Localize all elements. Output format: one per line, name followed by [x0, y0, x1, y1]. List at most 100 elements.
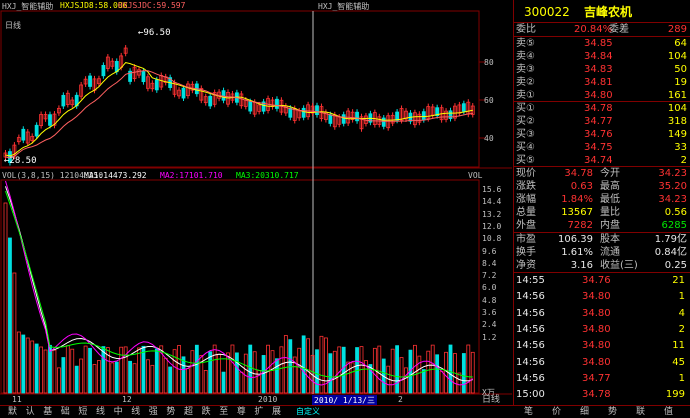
tick-volume: 1 — [678, 372, 685, 384]
bid-volume: 104 — [667, 103, 687, 114]
fin-value: 0.25 — [664, 260, 687, 271]
candle-body — [61, 94, 66, 107]
tick-row: 14:56 34.80 4 — [514, 307, 690, 320]
stat-row: 总量 13567 量比 0.56 — [514, 206, 690, 219]
bottom-tab[interactable]: 中 — [114, 406, 123, 418]
candle-body — [461, 103, 466, 112]
volume-bar — [239, 371, 244, 394]
bottom-tab[interactable]: 超 — [184, 406, 193, 418]
panel-tab[interactable]: 价 — [552, 406, 561, 418]
fin-label: 股本 — [600, 234, 620, 245]
volume-y-tick: 8.4 — [482, 258, 497, 268]
volume-bar — [399, 357, 404, 394]
volume-bar — [328, 353, 333, 394]
ask-row: 卖④ 34.84 104 — [514, 50, 690, 63]
ask-label: 卖③ — [516, 64, 535, 75]
custom-tab[interactable]: 自定义 — [296, 406, 320, 417]
tick-price: 34.80 — [582, 340, 611, 352]
volume-bar — [39, 346, 43, 394]
tick-time: 14:56 — [516, 372, 545, 384]
volume-bar — [466, 344, 471, 394]
volume-bar — [83, 345, 88, 394]
volume-bar — [306, 338, 311, 394]
volume-bar — [150, 364, 155, 394]
volume-ma1: MA1:14473.292 — [84, 171, 147, 180]
volume-bar — [25, 337, 30, 394]
tick-price: 34.80 — [582, 356, 611, 368]
x-label-2: 2 — [398, 395, 403, 404]
bottom-tab[interactable]: 认 — [26, 406, 35, 418]
volume-bar — [470, 351, 475, 394]
volume-y-tick: 12.0 — [482, 221, 502, 231]
volume-bar — [421, 369, 426, 394]
bottom-tab[interactable]: 础 — [61, 406, 70, 418]
volume-bar — [279, 346, 284, 394]
bottom-tab[interactable]: 扩 — [254, 406, 263, 418]
weibi-row: 委比 20.84% 委差 289 — [516, 24, 687, 35]
fin-value: 106.39 — [558, 234, 593, 245]
volume-bar — [315, 349, 319, 394]
panel-tab[interactable]: 笔 — [524, 406, 533, 418]
volume-bar — [48, 344, 52, 394]
bottom-tab[interactable]: 线 — [131, 406, 140, 418]
bottom-tab[interactable]: 展 — [272, 406, 281, 418]
fin-label: 流通 — [600, 247, 620, 258]
volume-bar — [88, 347, 92, 394]
bid-label: 买① — [516, 103, 535, 114]
volume-bar — [203, 370, 208, 394]
volume-bar — [181, 356, 186, 394]
volume-bar — [323, 337, 328, 394]
bottom-tab[interactable]: 强 — [149, 406, 158, 418]
bid-volume: 149 — [667, 129, 687, 140]
volume-bar — [261, 355, 266, 394]
bottom-tab[interactable]: 尊 — [237, 406, 246, 418]
bottom-tab[interactable]: 线 — [96, 406, 105, 418]
kline-chart-svg[interactable] — [0, 0, 512, 405]
volume-y-tick: 4.8 — [482, 295, 497, 305]
panel-tab[interactable]: 值 — [664, 406, 673, 418]
x-label-12: 12 — [122, 395, 132, 404]
ask-row: 卖③ 34.83 50 — [514, 63, 690, 76]
bottom-tab[interactable]: 跌 — [202, 406, 211, 418]
ask-price: 34.84 — [584, 51, 613, 62]
fin-row: 换手 1.61% 流通 0.84亿 — [514, 246, 690, 259]
panel-tab[interactable]: 势 — [608, 406, 617, 418]
candle-body — [341, 114, 346, 124]
volume-bar — [8, 237, 12, 394]
candle-body — [21, 128, 26, 141]
candle-body — [154, 79, 159, 91]
tick-volume: 45 — [672, 356, 685, 368]
bid-price: 34.75 — [584, 142, 613, 153]
indicator-name-right: HXJ_智能辅助 — [318, 2, 370, 11]
bottom-tab[interactable]: 至 — [219, 406, 228, 418]
volume-bar — [457, 372, 462, 394]
tick-row: 14:56 34.80 2 — [514, 323, 690, 336]
volume-y-tick: 7.2 — [482, 271, 497, 281]
tick-price: 34.80 — [582, 291, 611, 303]
candle-body — [395, 111, 400, 121]
volume-ma3: MA3:20310.717 — [236, 171, 299, 180]
volume-bar — [230, 344, 235, 394]
volume-bar — [390, 348, 395, 394]
volume-bar — [448, 344, 453, 394]
chart-area[interactable]: HXJ_智能辅助 HXJSJD8:58.006 HXJSJDC:59.597 H… — [0, 0, 512, 406]
ask-price: 34.83 — [584, 64, 613, 75]
tick-time: 14:55 — [516, 275, 545, 286]
panel-tab[interactable]: 联 — [636, 406, 645, 418]
bottom-tab[interactable]: 默 — [8, 406, 17, 418]
tick-row: 14:56 34.80 1 — [514, 290, 690, 303]
stat-row: 外盘 7282 内盘 6285 — [514, 219, 690, 232]
bottom-tab[interactable]: 基 — [43, 406, 52, 418]
side-tab[interactable]: 日线 — [482, 392, 500, 405]
panel-tab[interactable]: 细 — [580, 406, 589, 418]
volume-bar — [248, 344, 253, 394]
bottom-tab[interactable]: 势 — [166, 406, 175, 418]
stat-row: 涨幅 1.84% 最低 34.23 — [514, 193, 690, 206]
stat-value: 34.78 — [564, 168, 593, 179]
volume-bar — [30, 340, 35, 394]
bottom-tab[interactable]: 短 — [78, 406, 87, 418]
volume-bar — [70, 348, 75, 394]
volume-bar — [283, 335, 288, 394]
fin-value: 1.61% — [561, 247, 593, 258]
stat-value: 13567 — [561, 207, 593, 218]
